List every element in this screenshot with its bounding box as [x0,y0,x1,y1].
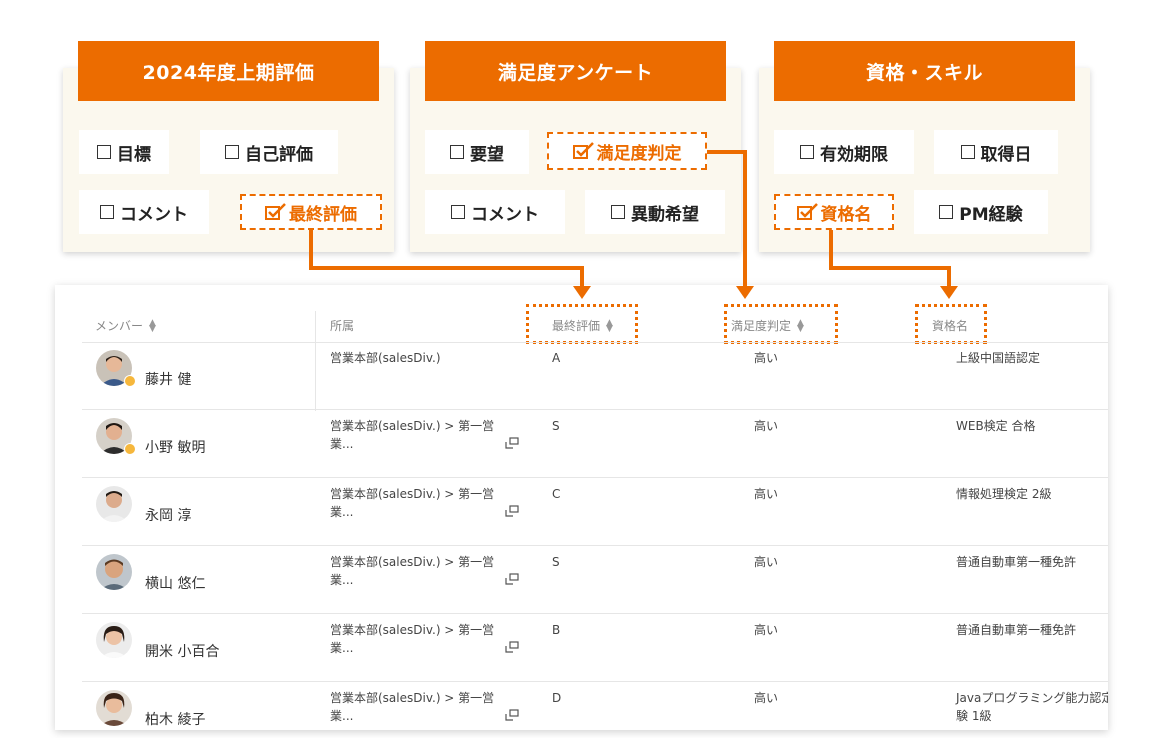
table-row[interactable]: 永岡 淳 営業本部(salesDiv.) > 第一営業... C 高い 情報処理… [82,479,1108,546]
connector-line [829,266,951,270]
connector-line [309,230,313,268]
checked-checkbox-icon [572,142,594,159]
card-title-satisfaction: 満足度アンケート [425,41,726,101]
card-title-evaluation: 2024年度上期評価 [78,41,379,101]
table-row[interactable]: 藤井 健 営業本部(salesDiv.) A 高い 上級中国語認定 [82,343,1108,410]
checkbox-icon [939,205,954,219]
header-dept: 所属 [330,319,355,333]
checkbox-icon [450,145,464,159]
checkbox-icon [451,205,465,219]
card-title-qualification: 資格・スキル [774,41,1075,101]
connector-line [947,266,951,288]
table-row[interactable]: 柏木 綾子 営業本部(salesDiv.) > 第一営業... D 高い Jav… [82,683,1108,730]
sort-icon[interactable]: ▲ ▼ [797,318,804,333]
sort-icon[interactable]: ▲ ▼ [606,318,613,333]
chip-request[interactable]: 要望 [425,130,529,174]
open-link-icon[interactable] [505,437,519,449]
connector-line [707,150,747,154]
arrow-down-icon [736,286,754,299]
chip-comment[interactable]: コメント [79,190,209,234]
card-qualification: 資格・スキル 有効期限 取得日 資格名 PM経験 [759,41,1090,252]
chip-expiry[interactable]: 有効期限 [774,130,914,174]
arrow-down-icon [573,286,591,299]
open-link-icon[interactable] [505,709,519,721]
connector-line [829,230,833,268]
avatar [96,554,132,590]
checked-checkbox-icon [265,203,286,220]
checkbox-icon [97,145,111,159]
chip-acquired-date[interactable]: 取得日 [934,130,1058,174]
member-table: メンバー ▲ ▼ 所属 最終評価 ▲ ▼ 満足度判定 ▲ ▼ 資格名 藤井 健 営業本… [55,285,1108,730]
arrow-down-icon [940,286,958,299]
table-row[interactable]: 小野 敏明 営業本部(salesDiv.) > 第一営業... S 高い WEB… [82,411,1108,478]
table-row[interactable]: 横山 悠仁 営業本部(salesDiv.) > 第一営業... S 高い 普通自… [82,547,1108,614]
header-qual: 資格名 [932,319,969,333]
open-link-icon[interactable] [505,505,519,517]
chip-self-eval[interactable]: 自己評価 [200,130,338,174]
chip-goal[interactable]: 目標 [79,130,169,174]
chip-satisfaction[interactable]: 満足度判定 [547,132,707,170]
card-evaluation: 2024年度上期評価 目標 自己評価 コメント 最終評価 [63,41,394,252]
table-row[interactable]: 開米 小百合 営業本部(salesDiv.) > 第一営業... B 高い 普通… [82,615,1108,682]
checkbox-icon [800,145,814,159]
connector-line [580,266,584,288]
checkbox-icon [611,205,625,219]
open-link-icon[interactable] [505,641,519,653]
chip-comment-2[interactable]: コメント [425,190,565,234]
chip-final-eval[interactable]: 最終評価 [240,194,382,230]
avatar [96,690,132,726]
avatar [96,486,132,522]
card-satisfaction: 満足度アンケート 要望 満足度判定 コメント 異動希望 [410,41,741,252]
star-badge-icon [124,375,136,387]
chip-transfer[interactable]: 異動希望 [585,190,725,234]
header-member[interactable]: メンバー ▲ ▼ [95,317,156,334]
sort-icon[interactable]: ▲ ▼ [149,318,156,333]
open-link-icon[interactable] [505,573,519,585]
checkbox-icon [960,145,975,159]
chip-qualification-name[interactable]: 資格名 [774,194,894,230]
header-eval[interactable]: 最終評価 ▲ ▼ [552,317,613,334]
star-badge-icon [124,443,136,455]
checked-checkbox-icon [796,203,818,220]
checkbox-icon [100,205,114,219]
connector-line [309,266,584,270]
checkbox-icon [225,145,239,159]
connector-line [743,150,747,288]
avatar [96,622,132,658]
chip-pm-experience[interactable]: PM経験 [914,190,1048,234]
header-sat[interactable]: 満足度判定 ▲ ▼ [731,317,804,334]
